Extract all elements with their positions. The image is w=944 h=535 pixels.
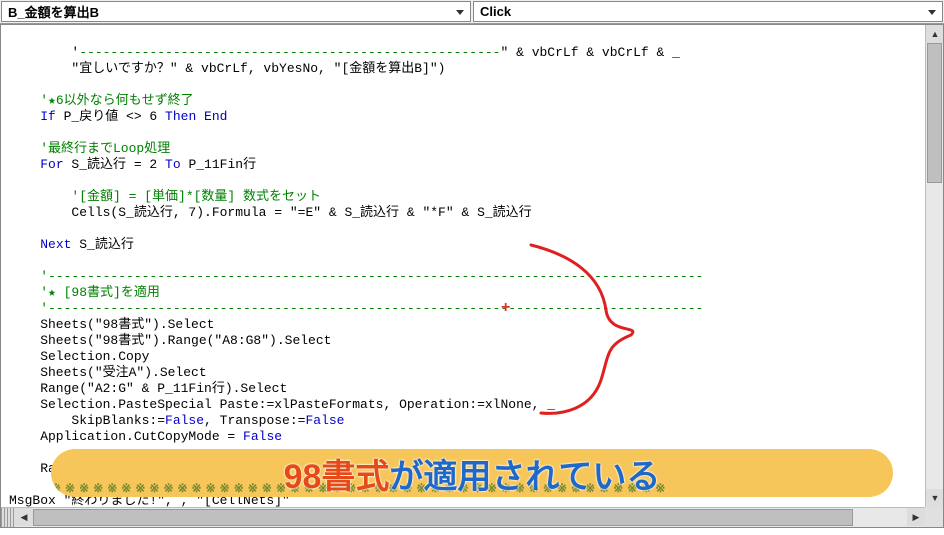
vertical-scrollbar[interactable]: ▲ ▼ [925,25,943,507]
code-editor[interactable]: '---------------------------------------… [0,24,944,528]
scroll-down-icon[interactable]: ▼ [926,489,944,507]
horizontal-scroll-thumb[interactable] [33,509,853,526]
object-selector-dropdown[interactable]: B_金額を算出B [1,1,471,22]
horizontal-scroll-track[interactable] [33,508,907,527]
split-handle[interactable] [1,508,15,527]
horizontal-scrollbar[interactable]: ◀ ▶ [1,507,925,527]
scroll-up-icon[interactable]: ▲ [926,25,944,43]
vertical-scroll-thumb[interactable] [927,43,942,183]
event-selector-dropdown[interactable]: Click [473,1,943,22]
caption-highlight: 98書式 [284,458,390,496]
event-selector-value: Click [480,4,511,19]
object-selector-value: B_金額を算出B [8,2,99,21]
vertical-scroll-track[interactable] [926,43,943,489]
scroll-right-icon[interactable]: ▶ [907,508,925,526]
dropdown-bar: B_金額を算出B Click [0,0,944,24]
caption-banner: ※※※※※※※※※※※※※※※※※※※※※※※※※※※※※※※※※※※※※※※※… [51,449,893,497]
scroll-corner [925,507,943,527]
caption-rest: が適用されている [389,458,660,496]
scroll-left-icon[interactable]: ◀ [15,508,33,526]
